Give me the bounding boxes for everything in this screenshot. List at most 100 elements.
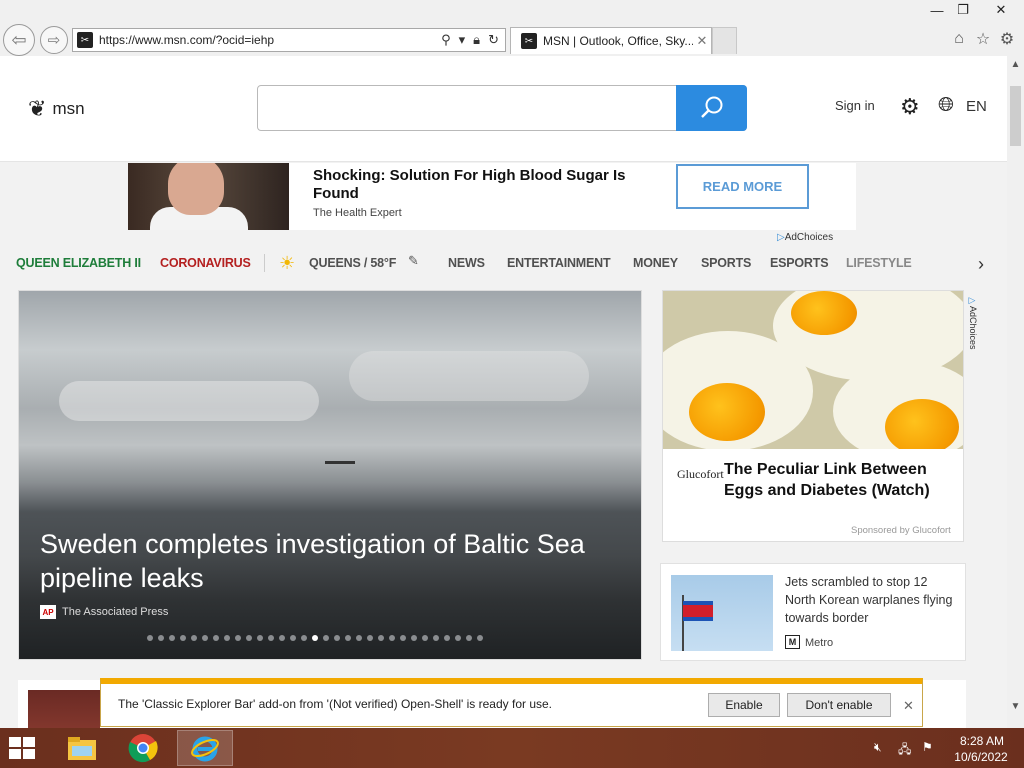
- close-window-button[interactable]: ✕: [978, 0, 1024, 20]
- sign-in-link[interactable]: Sign in: [835, 98, 875, 113]
- url-text[interactable]: https://www.msn.com/?ocid=iehp: [99, 33, 441, 47]
- hero-story[interactable]: Sweden completes investigation of Baltic…: [18, 290, 642, 660]
- carousel-dot[interactable]: [345, 635, 351, 641]
- edit-pencil-icon[interactable]: ✎: [408, 253, 419, 269]
- adchoices-icon: ▷: [777, 232, 785, 243]
- favorites-star-icon[interactable]: ☆: [972, 28, 994, 50]
- carousel-dot[interactable]: [389, 635, 395, 641]
- search-box[interactable]: [257, 85, 747, 131]
- home-icon[interactable]: ⌂: [948, 28, 970, 50]
- carousel-dot[interactable]: [158, 635, 164, 641]
- carousel-dot[interactable]: [455, 635, 461, 641]
- carousel-dot[interactable]: [169, 635, 175, 641]
- restore-button[interactable]: ❐: [948, 0, 978, 20]
- carousel-dot[interactable]: [422, 635, 428, 641]
- nav-lifestyle[interactable]: LIFESTYLE: [846, 256, 912, 270]
- carousel-dot[interactable]: [411, 635, 417, 641]
- back-button[interactable]: ⇦: [3, 24, 35, 56]
- news-card-image[interactable]: [671, 575, 773, 651]
- ad-banner[interactable]: Shocking: Solution For High Blood Sugar …: [128, 163, 856, 230]
- tab-close-icon[interactable]: ✕: [693, 33, 711, 49]
- carousel-dot[interactable]: [279, 635, 285, 641]
- scroll-down-icon[interactable]: ▼: [1007, 698, 1024, 715]
- tools-gear-icon[interactable]: ⚙: [996, 28, 1018, 50]
- scroll-up-icon[interactable]: ▲: [1007, 56, 1024, 73]
- tab-msn[interactable]: ✂ MSN | Outlook, Office, Sky... ✕: [510, 27, 712, 54]
- msn-logo[interactable]: ❦ msn: [28, 96, 85, 122]
- search-icon[interactable]: ⚲: [441, 32, 451, 48]
- carousel-dot[interactable]: [477, 635, 483, 641]
- carousel-dot[interactable]: [257, 635, 263, 641]
- addon-notification-bar: The 'Classic Explorer Bar' add-on from '…: [100, 678, 923, 727]
- ad-banner-title[interactable]: Shocking: Solution For High Blood Sugar …: [313, 167, 653, 203]
- ad-banner-image[interactable]: [128, 163, 289, 230]
- carousel-dot[interactable]: [180, 635, 186, 641]
- new-tab-button[interactable]: [712, 27, 737, 54]
- file-explorer-button[interactable]: [54, 730, 110, 766]
- settings-gear-icon[interactable]: ⚙: [900, 94, 920, 120]
- refresh-icon[interactable]: ↻: [488, 32, 499, 48]
- nav-entertainment[interactable]: ENTERTAINMENT: [507, 256, 611, 270]
- nav-news[interactable]: NEWS: [448, 256, 485, 270]
- search-button[interactable]: [676, 85, 747, 131]
- adchoices-side-link[interactable]: ▷AdChoices: [964, 296, 978, 376]
- carousel-dot[interactable]: [301, 635, 307, 641]
- msn-butterfly-icon: ❦: [28, 96, 47, 121]
- dropdown-icon[interactable]: ▾: [459, 32, 466, 48]
- address-bar[interactable]: ✂ https://www.msn.com/?ocid=iehp ⚲ ▾ 🔒︎ …: [72, 28, 506, 52]
- carousel-dot[interactable]: [466, 635, 472, 641]
- carousel-dot[interactable]: [323, 635, 329, 641]
- carousel-dot[interactable]: [213, 635, 219, 641]
- lock-icon[interactable]: 🔒︎: [473, 32, 480, 48]
- lower-card-image[interactable]: [28, 690, 100, 728]
- carousel-dot[interactable]: [268, 635, 274, 641]
- carousel-dot[interactable]: [147, 635, 153, 641]
- carousel-dot[interactable]: [312, 635, 318, 641]
- hero-title[interactable]: Sweden completes investigation of Baltic…: [40, 527, 630, 595]
- carousel-dot[interactable]: [246, 635, 252, 641]
- clock-date[interactable]: 10/6/2022: [948, 750, 1014, 764]
- nav-weather[interactable]: QUEENS / 58°F: [309, 256, 396, 270]
- carousel-dot[interactable]: [191, 635, 197, 641]
- chrome-button[interactable]: [115, 730, 171, 766]
- volume-muted-icon[interactable]: 🔇︎: [874, 740, 882, 755]
- start-button[interactable]: [8, 736, 38, 760]
- carousel-dot[interactable]: [235, 635, 241, 641]
- search-input[interactable]: [268, 86, 678, 130]
- enable-button[interactable]: Enable: [708, 693, 780, 717]
- carousel-dot[interactable]: [400, 635, 406, 641]
- clock-time[interactable]: 8:28 AM: [952, 734, 1012, 748]
- nav-sports[interactable]: SPORTS: [701, 256, 751, 270]
- carousel-dot[interactable]: [356, 635, 362, 641]
- notification-close-icon[interactable]: ✕: [903, 698, 914, 714]
- dont-enable-button[interactable]: Don't enable: [787, 693, 891, 717]
- sponsored-title[interactable]: The Peculiar Link Between Eggs and Diabe…: [724, 459, 960, 501]
- carousel-dot[interactable]: [290, 635, 296, 641]
- nav-coronavirus[interactable]: CORONAVIRUS: [160, 256, 251, 270]
- carousel-dot[interactable]: [334, 635, 340, 641]
- network-icon[interactable]: 🖧: [898, 740, 911, 761]
- carousel-dot[interactable]: [433, 635, 439, 641]
- news-card[interactable]: Jets scrambled to stop 12 North Korean w…: [660, 563, 966, 661]
- globe-icon[interactable]: 🌐︎: [938, 94, 954, 117]
- chevron-right-icon[interactable]: ›: [978, 254, 984, 275]
- sponsored-card[interactable]: Glucofort The Peculiar Link Between Eggs…: [662, 290, 964, 542]
- forward-button[interactable]: ⇨: [40, 26, 68, 54]
- nav-queen-elizabeth[interactable]: QUEEN ELIZABETH II: [16, 256, 141, 270]
- action-center-flag-icon[interactable]: ⚑: [922, 740, 933, 754]
- page-scrollbar[interactable]: ▲ ▼: [1007, 56, 1024, 728]
- nav-esports[interactable]: ESPORTS: [770, 256, 829, 270]
- internet-explorer-button[interactable]: [177, 730, 233, 766]
- carousel-dot[interactable]: [202, 635, 208, 641]
- carousel-dot[interactable]: [367, 635, 373, 641]
- news-card-title[interactable]: Jets scrambled to stop 12 North Korean w…: [785, 573, 955, 627]
- scrollbar-thumb[interactable]: [1010, 86, 1021, 146]
- read-more-button[interactable]: READ MORE: [676, 164, 809, 209]
- eggs-image[interactable]: [663, 291, 963, 449]
- carousel-dot[interactable]: [444, 635, 450, 641]
- carousel-dot[interactable]: [378, 635, 384, 641]
- adchoices-link[interactable]: ▷AdChoices: [777, 232, 833, 243]
- carousel-dot[interactable]: [224, 635, 230, 641]
- language-selector[interactable]: EN: [966, 98, 987, 115]
- nav-money[interactable]: MONEY: [633, 256, 678, 270]
